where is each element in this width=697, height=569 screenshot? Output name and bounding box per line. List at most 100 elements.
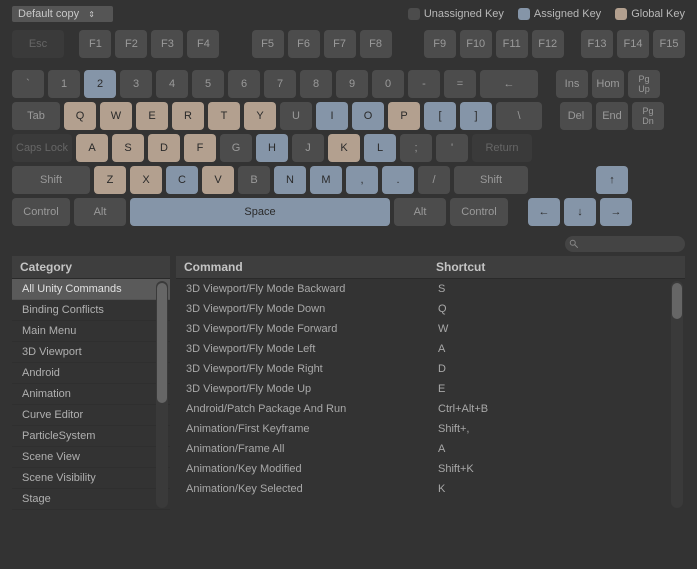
key-insert[interactable]: Ins xyxy=(556,70,588,98)
command-row[interactable]: Animation/Key ModifiedShift+K xyxy=(176,459,685,479)
key-f10[interactable]: F10 xyxy=(460,30,492,58)
command-row[interactable]: 3D Viewport/Fly Mode BackwardS xyxy=(176,279,685,299)
key-f3[interactable]: F3 xyxy=(151,30,183,58)
key-lshift[interactable]: Shift xyxy=(12,166,90,194)
key-k[interactable]: K xyxy=(328,134,360,162)
key-f12[interactable]: F12 xyxy=(532,30,564,58)
key-u[interactable]: U xyxy=(280,102,312,130)
command-row[interactable]: Animation/First KeyframeShift+, xyxy=(176,419,685,439)
category-item[interactable]: 3D Viewport xyxy=(12,342,170,363)
key-5[interactable]: 5 xyxy=(192,70,224,98)
key-rshift[interactable]: Shift xyxy=(454,166,528,194)
key-semicolon[interactable]: ; xyxy=(400,134,432,162)
key-2[interactable]: 2 xyxy=(84,70,116,98)
category-item[interactable]: All Unity Commands xyxy=(12,279,170,300)
command-row[interactable]: 3D Viewport/Fly Mode RightD xyxy=(176,359,685,379)
scrollbar-thumb[interactable] xyxy=(157,283,167,403)
category-item[interactable]: Main Menu xyxy=(12,321,170,342)
category-scrollbar[interactable] xyxy=(156,281,168,508)
key-s[interactable]: S xyxy=(112,134,144,162)
key-down[interactable]: ↓ xyxy=(564,198,596,226)
key-right[interactable]: → xyxy=(600,198,632,226)
key-4[interactable]: 4 xyxy=(156,70,188,98)
command-header[interactable]: Command xyxy=(176,256,428,279)
command-row[interactable]: Android/Patch Package And RunCtrl+Alt+B xyxy=(176,399,685,419)
category-header[interactable]: Category xyxy=(12,256,170,279)
command-row[interactable]: 3D Viewport/Fly Mode LeftA xyxy=(176,339,685,359)
key-f9[interactable]: F9 xyxy=(424,30,456,58)
key-8[interactable]: 8 xyxy=(300,70,332,98)
command-row[interactable]: Animation/Frame AllA xyxy=(176,439,685,459)
key-f7[interactable]: F7 xyxy=(324,30,356,58)
key-m[interactable]: M xyxy=(310,166,342,194)
key-l[interactable]: L xyxy=(364,134,396,162)
key-quote[interactable]: ' xyxy=(436,134,468,162)
key-9[interactable]: 9 xyxy=(336,70,368,98)
key-tab[interactable]: Tab xyxy=(12,102,60,130)
key-i[interactable]: I xyxy=(316,102,348,130)
key-pageup[interactable]: PgUp xyxy=(628,70,660,98)
command-row[interactable]: Animation/Key SelectedK xyxy=(176,479,685,499)
key-0[interactable]: 0 xyxy=(372,70,404,98)
key-r[interactable]: R xyxy=(172,102,204,130)
key-6[interactable]: 6 xyxy=(228,70,260,98)
key-rbracket[interactable]: ] xyxy=(460,102,492,130)
category-item[interactable]: Scene Visibility xyxy=(12,468,170,489)
key-lbracket[interactable]: [ xyxy=(424,102,456,130)
key-y[interactable]: Y xyxy=(244,102,276,130)
key-f2[interactable]: F2 xyxy=(115,30,147,58)
key-h[interactable]: H xyxy=(256,134,288,162)
command-scrollbar[interactable] xyxy=(671,281,683,508)
key-period[interactable]: . xyxy=(382,166,414,194)
category-item[interactable]: Scene View xyxy=(12,447,170,468)
key-lctrl[interactable]: Control xyxy=(12,198,70,226)
key-pagedown[interactable]: PgDn xyxy=(632,102,664,130)
key-f15[interactable]: F15 xyxy=(653,30,685,58)
key-backspace[interactable]: ← xyxy=(480,70,538,98)
key-slash[interactable]: / xyxy=(418,166,450,194)
key-f14[interactable]: F14 xyxy=(617,30,649,58)
key-rctrl[interactable]: Control xyxy=(450,198,508,226)
key-f6[interactable]: F6 xyxy=(288,30,320,58)
key-g[interactable]: G xyxy=(220,134,252,162)
key-e[interactable]: E xyxy=(136,102,168,130)
key-x[interactable]: X xyxy=(130,166,162,194)
key-v[interactable]: V xyxy=(202,166,234,194)
shortcut-header[interactable]: Shortcut xyxy=(428,256,685,279)
key-lalt[interactable]: Alt xyxy=(74,198,126,226)
category-item[interactable]: Android xyxy=(12,363,170,384)
key-j[interactable]: J xyxy=(292,134,324,162)
key-d[interactable]: D xyxy=(148,134,180,162)
key-w[interactable]: W xyxy=(100,102,132,130)
key-a[interactable]: A xyxy=(76,134,108,162)
category-item[interactable]: Animation xyxy=(12,384,170,405)
key-equals[interactable]: = xyxy=(444,70,476,98)
key-backslash[interactable]: \ xyxy=(496,102,542,130)
key-t[interactable]: T xyxy=(208,102,240,130)
key-minus[interactable]: - xyxy=(408,70,440,98)
key-f11[interactable]: F11 xyxy=(496,30,528,58)
search-input[interactable] xyxy=(565,236,685,252)
key-end[interactable]: End xyxy=(596,102,628,130)
key-o[interactable]: O xyxy=(352,102,384,130)
command-row[interactable]: 3D Viewport/Fly Mode UpE xyxy=(176,379,685,399)
category-item[interactable]: Stage xyxy=(12,489,170,510)
key-esc[interactable]: Esc xyxy=(12,30,64,58)
key-f5[interactable]: F5 xyxy=(252,30,284,58)
key-7[interactable]: 7 xyxy=(264,70,296,98)
key-n[interactable]: N xyxy=(274,166,306,194)
key-q[interactable]: Q xyxy=(64,102,96,130)
key-c[interactable]: C xyxy=(166,166,198,194)
profile-dropdown[interactable]: Default copy ⇕ xyxy=(12,6,113,22)
category-item[interactable]: Curve Editor xyxy=(12,405,170,426)
key-p[interactable]: P xyxy=(388,102,420,130)
key-1[interactable]: 1 xyxy=(48,70,80,98)
key-ralt[interactable]: Alt xyxy=(394,198,446,226)
key-f13[interactable]: F13 xyxy=(581,30,613,58)
key-3[interactable]: 3 xyxy=(120,70,152,98)
key-f[interactable]: F xyxy=(184,134,216,162)
key-space[interactable]: Space xyxy=(130,198,390,226)
key-backtick[interactable]: ` xyxy=(12,70,44,98)
key-b[interactable]: B xyxy=(238,166,270,194)
key-left[interactable]: ← xyxy=(528,198,560,226)
